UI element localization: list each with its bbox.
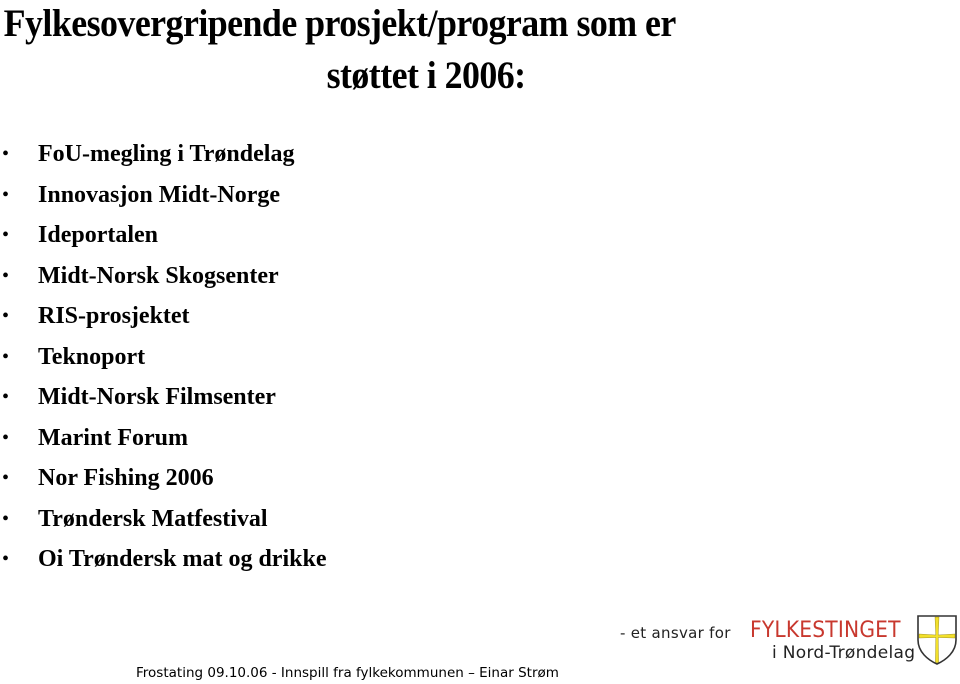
logo-tagline: - et ansvar for xyxy=(620,624,731,642)
list-item-text: Oi Trøndersk mat og drikke xyxy=(38,546,327,572)
bullet-icon: • xyxy=(2,305,10,327)
coat-of-arms-shield-icon xyxy=(917,615,957,665)
bullet-icon: • xyxy=(2,467,10,489)
list-item-text: Midt-Norsk Filmsenter xyxy=(38,384,276,410)
bullet-icon: • xyxy=(2,264,10,287)
list-item-text: Trøndersk Matfestival xyxy=(38,505,268,532)
slide-title: Fylkesovergripende prosjekt/program som … xyxy=(0,0,883,100)
logo-subtitle: i Nord-Trøndelag xyxy=(772,643,916,663)
bullet-icon: • xyxy=(2,143,10,165)
bullet-icon: • xyxy=(2,386,10,408)
bullet-icon: • xyxy=(2,548,10,570)
logo-brand: FYLKESTINGET xyxy=(750,618,901,643)
list-item-text: Innovasjon Midt-Norge xyxy=(38,181,281,208)
bullet-icon: • xyxy=(2,183,10,206)
list-item-text: RIS-prosjektet xyxy=(38,303,190,329)
slide-footer: Frostating 09.10.06 - Innspill fra fylke… xyxy=(136,665,559,681)
list-item-text: Teknoport xyxy=(38,343,146,370)
bullet-icon: • xyxy=(2,224,10,246)
bullet-icon: • xyxy=(2,507,10,530)
list-item-text: FoU-megling i Trøndelag xyxy=(38,141,295,167)
slide-title-line-1: Fylkesovergripende prosjekt/program som … xyxy=(3,2,677,45)
list-item-text: Ideportalen xyxy=(38,222,158,248)
slide-title-line-2: støttet i 2006: xyxy=(326,54,527,97)
list-item-text: Midt-Norsk Skogsenter xyxy=(38,262,279,289)
list-item-text: Marint Forum xyxy=(38,424,188,451)
bullet-icon: • xyxy=(2,345,10,368)
list-item-text: Nor Fishing 2006 xyxy=(38,465,214,491)
bullet-icon: • xyxy=(2,426,10,449)
fylkestinget-logo: - et ansvar for FYLKESTINGET i Nord-Trøn… xyxy=(620,614,960,670)
